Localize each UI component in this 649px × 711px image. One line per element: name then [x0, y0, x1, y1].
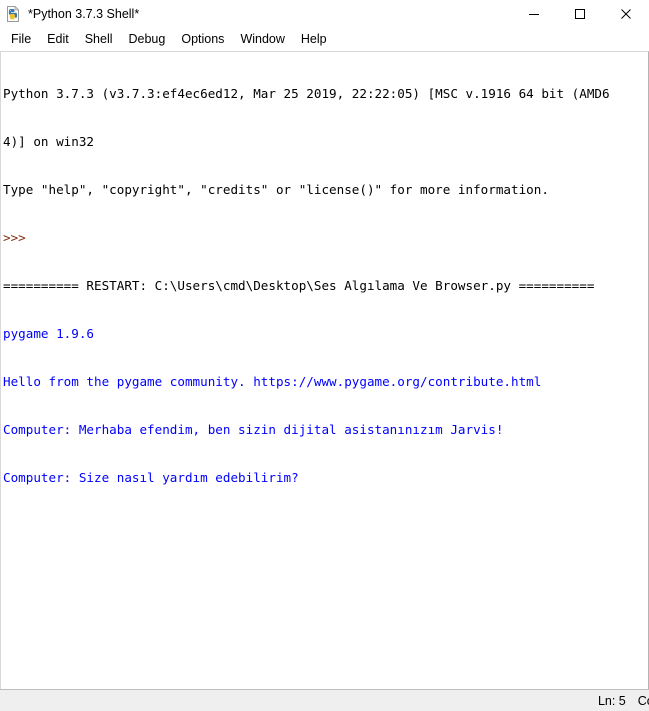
menu-item-file[interactable]: File: [3, 30, 39, 49]
minimize-button[interactable]: [511, 0, 557, 28]
menu-item-shell[interactable]: Shell: [77, 30, 121, 49]
menu-item-edit[interactable]: Edit: [39, 30, 77, 49]
shell-line: Hello from the pygame community. https:/…: [3, 374, 542, 389]
shell-output[interactable]: Python 3.7.3 (v3.7.3:ef4ec6ed12, Mar 25 …: [2, 54, 648, 518]
shell-line: pygame 1.9.6: [3, 326, 94, 341]
maximize-button[interactable]: [557, 0, 603, 28]
cursor-position: Ln: 5 Col:: [598, 694, 649, 708]
menu-bar: File Edit Shell Debug Options Window Hel…: [0, 28, 649, 51]
menu-item-window[interactable]: Window: [232, 30, 292, 49]
status-column-number: Col:: [637, 693, 649, 708]
shell-restart-line: ========== RESTART: C:\Users\cmd\Desktop…: [3, 278, 595, 293]
shell-line: Computer: Merhaba efendim, ben sizin dij…: [3, 422, 504, 437]
title-bar: *Python 3.7.3 Shell*: [0, 0, 649, 28]
status-line-number: Ln: 5: [597, 693, 626, 708]
window-title: *Python 3.7.3 Shell*: [28, 7, 140, 21]
python-idle-shell-window: *Python 3.7.3 Shell* File Edit Shell Deb…: [0, 0, 649, 711]
shell-line: Computer: Size nasıl yardım edebilirim?: [3, 470, 299, 485]
shell-line: Type "help", "copyright", "credits" or "…: [3, 182, 549, 197]
menu-item-help[interactable]: Help: [293, 30, 335, 49]
menu-item-debug[interactable]: Debug: [121, 30, 174, 49]
shell-line: Python 3.7.3 (v3.7.3:ef4ec6ed12, Mar 25 …: [3, 86, 610, 101]
shell-text-area[interactable]: Python 3.7.3 (v3.7.3:ef4ec6ed12, Mar 25 …: [0, 51, 649, 689]
status-bar: Ln: 5 Col:: [0, 689, 649, 711]
shell-line: 4)] on win32: [3, 134, 94, 149]
menu-item-options[interactable]: Options: [173, 30, 232, 49]
shell-prompt-line: >>>: [3, 230, 26, 245]
close-button[interactable]: [603, 0, 649, 28]
window-controls: [511, 0, 649, 28]
python-idle-icon: [5, 5, 21, 22]
